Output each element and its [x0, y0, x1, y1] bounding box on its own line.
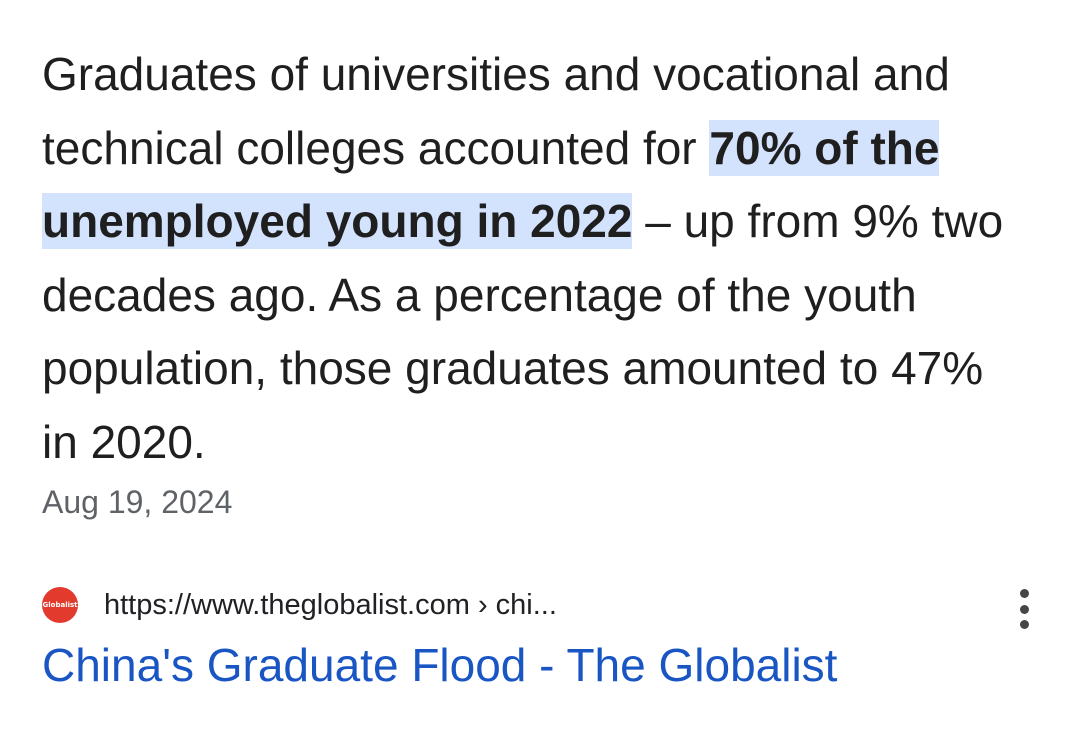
more-dot	[1019, 589, 1029, 598]
source-row[interactable]: Globalist https://www.theglobalist.com ›…	[42, 585, 1042, 625]
result-title-link[interactable]: China's Graduate Flood - The Globalist	[42, 638, 837, 692]
more-options-icon[interactable]	[1010, 589, 1038, 629]
site-favicon-icon: Globalist	[42, 587, 78, 623]
more-dot	[1019, 604, 1029, 614]
favicon-label: Globalist	[42, 601, 78, 609]
featured-snippet-text: Graduates of universities and vocational…	[42, 38, 1027, 479]
source-url[interactable]: https://www.theglobalist.com › chi...	[104, 589, 557, 622]
snippet-date: Aug 19, 2024	[42, 484, 233, 520]
more-dot	[1019, 620, 1029, 629]
